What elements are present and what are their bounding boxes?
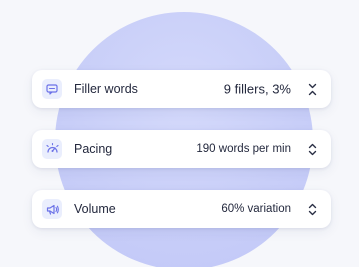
metric-label: Pacing [74, 142, 113, 156]
metric-label: Volume [74, 202, 116, 216]
metric-value: 190 words per min [196, 143, 291, 155]
metrics-panel: Filler words 9 fillers, 3% Pacing 190 wo… [0, 0, 359, 267]
gauge-icon [42, 139, 62, 159]
metric-value: 60% variation [221, 203, 291, 215]
metric-value: 9 fillers, 3% [223, 81, 291, 97]
metric-card-filler-words[interactable]: Filler words 9 fillers, 3% [32, 70, 331, 108]
metric-card-volume[interactable]: Volume 60% variation [32, 190, 331, 228]
collapse-chevrons-icon[interactable] [305, 81, 319, 97]
speech-bubble-icon [42, 79, 62, 99]
expand-chevrons-icon[interactable] [305, 141, 319, 157]
expand-chevrons-icon[interactable] [305, 201, 319, 217]
metric-label: Filler words [74, 82, 138, 96]
metric-card-pacing[interactable]: Pacing 190 words per min [32, 130, 331, 168]
megaphone-icon [42, 199, 62, 219]
